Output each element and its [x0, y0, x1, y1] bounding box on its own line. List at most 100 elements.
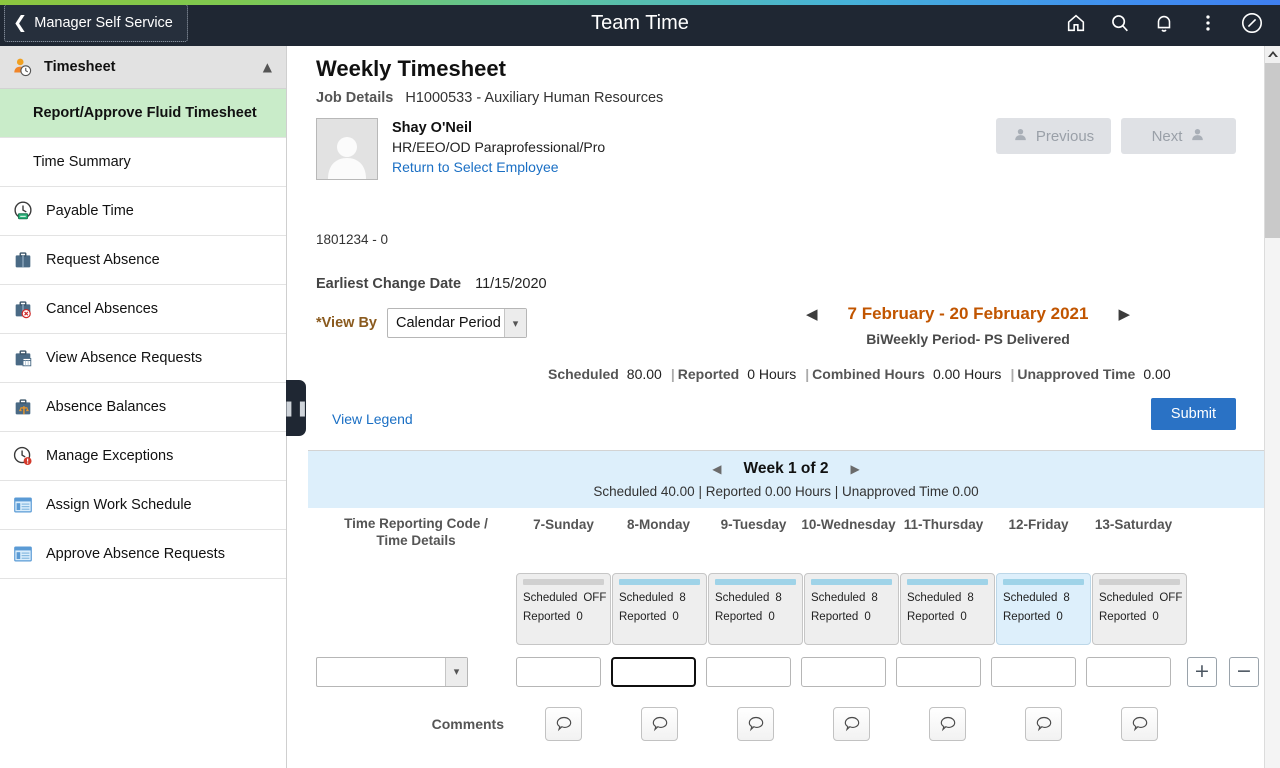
scrollbar-thumb[interactable]: [1265, 63, 1280, 238]
status-bar: [619, 578, 700, 585]
unapproved-time-value: 0.00: [1143, 366, 1171, 382]
previous-employee-button[interactable]: Previous: [996, 118, 1111, 154]
actions-kebab-icon[interactable]: [1188, 4, 1228, 42]
chevron-left-icon: ❮: [13, 12, 28, 33]
clock-alert-icon: [12, 445, 34, 467]
scheduled-line: Scheduled 8: [811, 592, 892, 604]
next-employee-button[interactable]: Next: [1121, 118, 1236, 154]
previous-week-icon[interactable]: ◀: [712, 462, 721, 476]
job-details-label: Job Details: [316, 90, 394, 106]
search-icon[interactable]: [1100, 4, 1140, 42]
hours-input-friday[interactable]: [991, 656, 1076, 687]
schedule-window-icon: [12, 543, 34, 565]
divider: |: [1010, 366, 1015, 382]
hours-input-tuesday[interactable]: [706, 656, 791, 687]
status-bar: [523, 578, 604, 585]
sidebar-item-view-absence-requests[interactable]: View Absence Requests: [0, 334, 286, 383]
remove-row-button[interactable]: −: [1229, 656, 1259, 687]
sidebar-item-label: Manage Exceptions: [46, 448, 174, 464]
week-nav: ◀ Week 1 of 2 ▶: [308, 460, 1264, 478]
sidebar-item-label: Time Summary: [33, 154, 131, 170]
main-vertical-scrollbar[interactable]: [1264, 46, 1280, 768]
scheduled-value: 8: [679, 591, 686, 604]
next-week-icon[interactable]: ▶: [851, 462, 860, 476]
comment-button-saturday[interactable]: [1121, 706, 1158, 741]
sidebar-item-cancel-absences[interactable]: Cancel Absences: [0, 285, 286, 334]
hours-input-thursday[interactable]: [896, 656, 981, 687]
sidebar-item-absence-balances[interactable]: Absence Balances: [0, 383, 286, 432]
comment-button-thursday[interactable]: [929, 706, 966, 741]
status-bar: [1099, 578, 1180, 585]
view-by-label: *View By: [316, 315, 377, 331]
add-row-button[interactable]: +: [1187, 656, 1217, 687]
home-icon[interactable]: [1056, 4, 1096, 42]
earliest-change-date-row: Earliest Change Date 11/15/2020: [316, 276, 547, 292]
return-to-select-employee-link[interactable]: Return to Select Employee: [392, 159, 605, 175]
sidebar-item-assign-work-schedule[interactable]: Assign Work Schedule: [0, 481, 286, 530]
scheduled-line: Scheduled 8: [619, 592, 700, 604]
week-label: Week 1 of 2: [743, 460, 829, 477]
chevron-up-icon: ▲: [262, 60, 272, 74]
next-period-icon[interactable]: ▶: [1118, 305, 1130, 323]
sidebar-item-label: Approve Absence Requests: [46, 546, 225, 562]
scheduled-value: 8: [1063, 591, 1070, 604]
sidebar-item-payable-time[interactable]: Payable Time: [0, 187, 286, 236]
employee-job-title: HR/EEO/OD Paraprofessional/Pro: [392, 139, 606, 155]
view-by-select[interactable]: Calendar Period ▾: [387, 308, 527, 338]
sidebar-section-label: Timesheet: [44, 59, 116, 75]
sidebar-item-label: Report/Approve Fluid Timesheet: [33, 105, 257, 121]
comment-slot-thursday: [900, 706, 995, 741]
scheduled-value: 8: [967, 591, 974, 604]
scheduled-line: Scheduled OFF: [523, 591, 606, 604]
notifications-bell-icon[interactable]: [1144, 4, 1184, 42]
briefcase-balance-icon: [12, 396, 34, 418]
comment-button-friday[interactable]: [1025, 706, 1062, 741]
comment-slot-wednesday: [804, 706, 899, 741]
status-bar: [715, 578, 796, 585]
time-entry-row: ▾ + −: [288, 655, 1264, 688]
back-to-manager-self-service-button[interactable]: ❮ Manager Self Service: [4, 4, 188, 42]
employee-info: Shay O'Neil HR/EEO/OD Paraprofessional/P…: [392, 118, 605, 180]
briefcase-calendar-icon: [12, 347, 34, 369]
comment-button-tuesday[interactable]: [737, 706, 774, 741]
scheduled-label: Scheduled: [619, 591, 674, 604]
timesheet-grid: Time Reporting Code / Time Details 7-Sun…: [288, 512, 1264, 741]
comment-button-sunday[interactable]: [545, 706, 582, 741]
scheduled-label: Scheduled: [1099, 591, 1154, 604]
sidebar-item-manage-exceptions[interactable]: Manage Exceptions: [0, 432, 286, 481]
scheduled-label: Scheduled: [548, 366, 619, 382]
comment-slot-friday: [996, 706, 1091, 741]
sidebar-item-time-summary[interactable]: Time Summary: [0, 138, 286, 187]
scheduled-line: Scheduled OFF: [1099, 591, 1182, 604]
app-header: ❮ Manager Self Service Team Time: [0, 0, 1280, 46]
comment-button-wednesday[interactable]: [833, 706, 870, 741]
previous-period-icon[interactable]: ◀: [806, 305, 818, 323]
sidebar-section-timesheet[interactable]: Timesheet ▲: [0, 46, 286, 89]
period-navigation-block: ◀ 7 February - 20 February 2021 ▶ BiWeek…: [718, 304, 1218, 347]
sidebar-item-report-approve-fluid-timesheet[interactable]: Report/Approve Fluid Timesheet: [0, 89, 286, 138]
hours-input-monday[interactable]: [610, 655, 697, 688]
period-nav: ◀ 7 February - 20 February 2021 ▶: [718, 304, 1218, 324]
hours-input-sunday[interactable]: [516, 656, 601, 687]
hours-input-saturday[interactable]: [1086, 656, 1171, 687]
comment-slot-saturday: [1092, 706, 1187, 741]
time-reporting-code-select[interactable]: ▾: [316, 656, 468, 687]
comment-button-monday[interactable]: [641, 706, 678, 741]
reported-line: Reported 0: [1099, 611, 1180, 623]
sidebar-item-request-absence[interactable]: Request Absence: [0, 236, 286, 285]
scheduled-label: Scheduled: [523, 591, 578, 604]
reported-label: Reported: [715, 610, 763, 623]
sidebar-collapse-handle[interactable]: ❚❚: [282, 380, 309, 436]
scheduled-value: 8: [775, 591, 782, 604]
scheduled-cell-tuesday: Scheduled 8 Reported 0: [708, 572, 803, 645]
scroll-up-arrow-icon[interactable]: [1265, 46, 1280, 63]
submit-button[interactable]: Submit: [1151, 398, 1236, 430]
trc-header-line2: Time Details: [376, 532, 456, 548]
chevron-down-icon: ▾: [504, 309, 526, 337]
earliest-change-date-label: Earliest Change Date: [316, 276, 462, 292]
view-legend-link[interactable]: View Legend: [332, 411, 413, 427]
sidebar-item-approve-absence-requests[interactable]: Approve Absence Requests: [0, 530, 286, 579]
navbar-compass-icon[interactable]: [1232, 4, 1272, 42]
briefcase-cancel-icon: [12, 298, 34, 320]
hours-input-wednesday[interactable]: [801, 656, 886, 687]
